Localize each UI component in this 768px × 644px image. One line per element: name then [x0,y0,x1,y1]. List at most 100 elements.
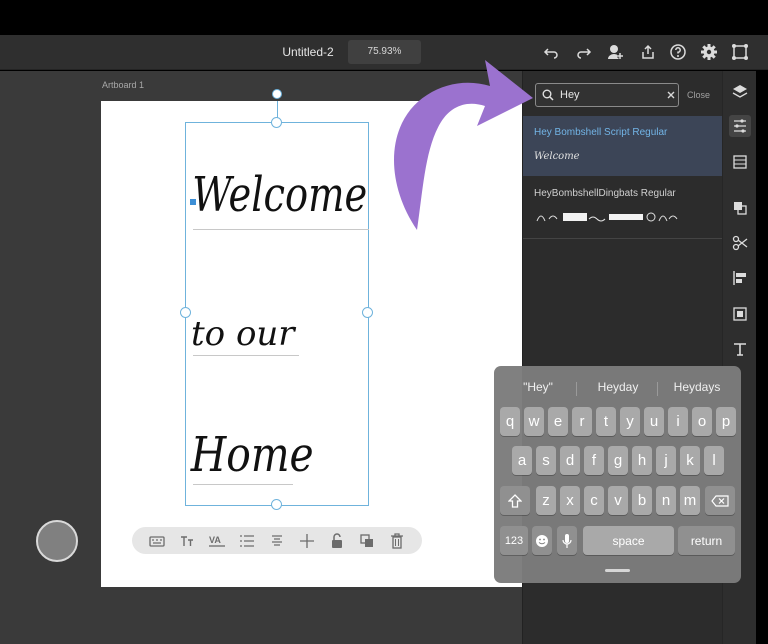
key-u[interactable]: u [644,407,664,436]
key-t[interactable]: t [596,407,616,436]
welcome-text-glyphs: Welcome [192,168,367,223]
selection-handle-right[interactable] [362,307,373,318]
key-l[interactable]: l [704,446,724,475]
text-baseline-1 [193,229,369,230]
fill-color-swatch[interactable] [36,520,78,562]
key-f[interactable]: f [584,446,604,475]
align-icon[interactable] [729,267,751,289]
plugins-icon[interactable] [729,41,751,63]
artboard-label[interactable]: Artboard 1 [102,80,144,90]
keyboard-suggestions: "Hey" Heyday Heydays [494,374,741,400]
key-p[interactable]: p [716,407,736,436]
selection-handle-top[interactable] [271,117,282,128]
keyboard-grabber[interactable] [605,569,630,572]
text-size-icon[interactable] [178,532,196,550]
cut-icon[interactable] [729,232,751,254]
search-icon [542,89,554,101]
shift-icon [508,493,522,508]
emoji-icon [536,534,548,547]
list-icon[interactable] [238,532,256,550]
key-d[interactable]: d [560,446,580,475]
document-title[interactable]: Untitled-2 [268,45,348,59]
text-baseline-2 [193,355,299,356]
suggestion-separator [657,382,658,396]
keyboard-icon[interactable] [148,532,166,550]
settings-icon[interactable] [698,41,720,63]
key-z[interactable]: z [536,486,556,515]
backspace-icon [711,494,729,507]
home-text: Home [190,427,314,483]
key-k[interactable]: k [680,446,700,475]
key-v[interactable]: v [608,486,628,515]
key-h[interactable]: h [632,446,652,475]
suggestion-item[interactable]: Heydays [661,380,733,394]
key-c[interactable]: c [584,486,604,515]
arrange-icon[interactable] [729,197,751,219]
key-q[interactable]: q [500,407,520,436]
font-result-name: HeyBombshellDingbats Regular [534,188,676,199]
unlock-icon[interactable] [328,532,346,550]
key-y[interactable]: y [620,407,640,436]
font-search-box[interactable] [535,83,679,107]
key-s[interactable]: s [536,446,556,475]
key-e[interactable]: e [548,407,568,436]
redo-icon[interactable] [573,41,595,63]
suggestion-item[interactable]: Heyday [582,380,654,394]
text-align-icon[interactable] [268,532,286,550]
assets-icon[interactable] [729,151,751,173]
text-icon[interactable] [729,338,751,360]
delete-icon[interactable] [388,532,406,550]
move-icon[interactable] [298,532,316,550]
key-i[interactable]: i [668,407,688,436]
shift-key[interactable] [500,486,530,515]
numbers-key[interactable]: 123 [500,526,528,555]
space-key[interactable]: space [583,526,674,555]
welcome-text: Welcome [192,168,367,223]
clear-search-icon[interactable] [666,90,676,100]
text-baseline-3 [193,484,293,485]
undo-icon[interactable] [540,41,562,63]
to-our-text-glyphs: to our [191,314,296,354]
rotate-stem [277,101,278,118]
return-key[interactable]: return [678,526,735,555]
to-our-text: to our [191,314,296,354]
key-g[interactable]: g [608,446,628,475]
help-icon[interactable] [667,41,689,63]
right-letterbox [756,71,768,644]
top-letterbox [0,0,768,35]
key-m[interactable]: m [680,486,700,515]
backspace-key[interactable] [705,486,735,515]
dictation-key[interactable] [557,526,577,555]
font-result-name: Hey Bombshell Script Regular [534,127,668,138]
key-r[interactable]: r [572,407,592,436]
onscreen-keyboard: "Hey" Heyday Heydays q w e r t y u i o p… [494,366,741,583]
key-b[interactable]: b [632,486,652,515]
font-search-input[interactable] [560,88,660,102]
key-j[interactable]: j [656,446,676,475]
suggestion-separator [576,382,577,396]
svg-text:VA: VA [209,535,221,545]
tutorial-arrow-icon [394,60,533,230]
properties-icon[interactable] [729,115,751,137]
character-spacing-icon[interactable]: VA [208,532,226,550]
rotate-handle[interactable] [272,89,282,99]
key-w[interactable]: w [524,407,544,436]
share-icon[interactable] [637,41,659,63]
font-result-item[interactable]: Hey Bombshell Script Regular Welcome [523,116,723,176]
key-a[interactable]: a [512,446,532,475]
dingbats-sample-icon [536,212,678,222]
emoji-key[interactable] [532,526,552,555]
key-o[interactable]: o [692,407,712,436]
key-x[interactable]: x [560,486,580,515]
layers-icon[interactable] [729,80,751,102]
suggestion-item[interactable]: "Hey" [502,380,574,394]
font-result-sample: Welcome [534,151,580,162]
duplicate-icon[interactable] [358,532,376,550]
selection-handle-bottom[interactable] [271,499,282,510]
font-result-item[interactable]: HeyBombshellDingbats Regular [523,177,723,239]
home-text-glyphs: Home [190,427,314,483]
scale-icon[interactable] [729,303,751,325]
add-user-icon[interactable] [604,41,626,63]
key-n[interactable]: n [656,486,676,515]
close-button[interactable]: Close [687,90,710,100]
